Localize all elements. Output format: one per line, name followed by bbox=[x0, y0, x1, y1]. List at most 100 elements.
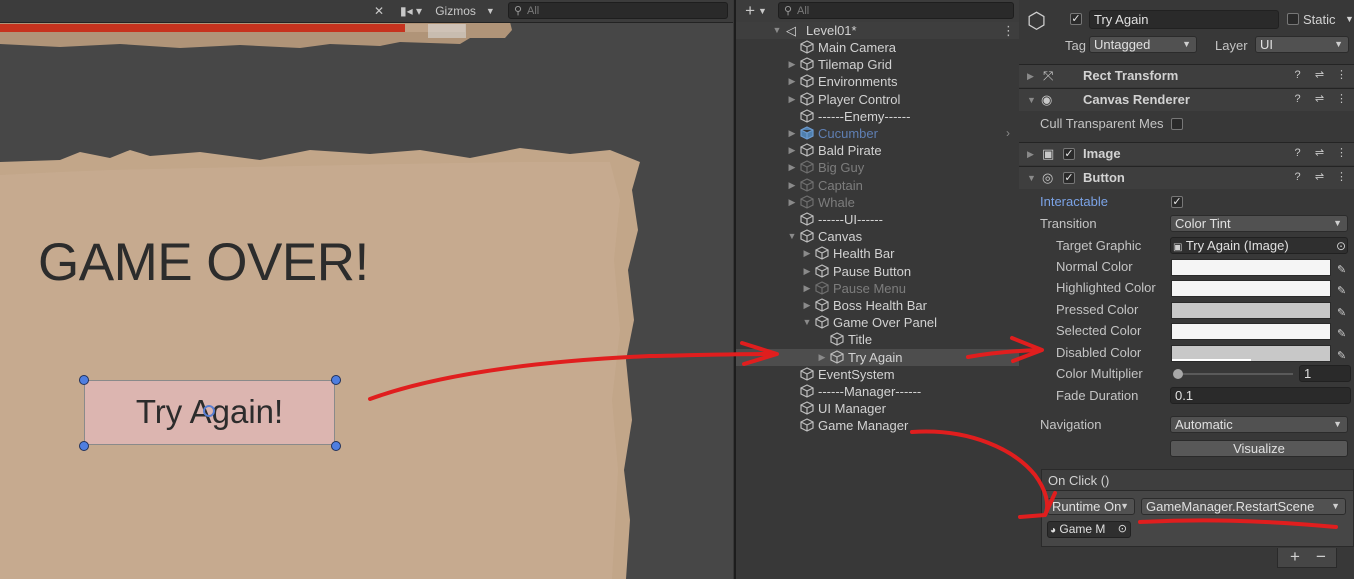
hierarchy-item[interactable]: ▼ Canvas bbox=[736, 228, 1019, 245]
runtime-dropdown[interactable]: Runtime On ▼ bbox=[1047, 498, 1135, 515]
expand-arrow-icon[interactable]: ▶ bbox=[787, 177, 797, 194]
interactable-checkbox[interactable]: ✓ bbox=[1171, 196, 1183, 208]
expand-arrow-icon[interactable]: ▶ bbox=[1027, 65, 1034, 87]
expand-arrow-icon[interactable]: ▶ bbox=[802, 297, 812, 314]
button-enabled-checkbox[interactable]: ✓ bbox=[1063, 172, 1075, 184]
slider-knob[interactable] bbox=[1173, 369, 1183, 379]
expand-arrow-icon[interactable]: ▶ bbox=[817, 349, 827, 366]
hierarchy-item[interactable]: Title bbox=[736, 331, 1019, 348]
hierarchy-item[interactable]: ▶ Pause Button bbox=[736, 263, 1019, 280]
normal-color-swatch[interactable] bbox=[1171, 259, 1331, 276]
disabled-color-swatch[interactable] bbox=[1171, 345, 1331, 362]
add-button[interactable]: + ▼ bbox=[742, 1, 770, 20]
expand-arrow-icon[interactable]: ▶ bbox=[787, 91, 797, 108]
preset-icon[interactable]: ⇌ bbox=[1313, 69, 1326, 82]
button-header[interactable]: ▼ ◎ ✓ Button ? ⇌ ⋮ bbox=[1019, 166, 1354, 189]
target-graphic-field[interactable]: ▣ Try Again (Image) bbox=[1170, 237, 1348, 254]
hierarchy-item[interactable]: ▶ Boss Health Bar bbox=[736, 297, 1019, 314]
expand-arrow-icon[interactable]: ▶ bbox=[802, 263, 812, 280]
active-checkbox[interactable]: ✓ bbox=[1070, 13, 1082, 25]
more-icon[interactable]: ⋮ bbox=[1335, 147, 1348, 160]
hierarchy-item[interactable]: ▼ Game Over Panel bbox=[736, 314, 1019, 331]
object-field[interactable]: ◕ Game M ⊙ bbox=[1047, 521, 1131, 538]
hierarchy-item[interactable]: ▶ Try Again bbox=[736, 349, 1019, 366]
hierarchy-item[interactable]: ▶ Environments bbox=[736, 73, 1019, 90]
scene-view[interactable]: ✕ ▮◂ ▾ Gizmos ▼ ⚲ All GAME OVER! Try Aga… bbox=[0, 0, 733, 579]
expand-arrow-icon[interactable]: ▶ bbox=[1027, 143, 1034, 165]
image-header[interactable]: ▶ ▣ ✓ Image ? ⇌ ⋮ bbox=[1019, 142, 1354, 165]
try-again-button[interactable]: Try Again! bbox=[84, 380, 335, 445]
help-icon[interactable]: ? bbox=[1291, 69, 1304, 82]
rect-handle[interactable] bbox=[331, 441, 341, 451]
chevron-down-icon[interactable]: ▼ bbox=[1345, 10, 1354, 29]
hierarchy-item[interactable]: ▶ Big Guy bbox=[736, 159, 1019, 176]
hierarchy-item[interactable]: ------UI------ bbox=[736, 211, 1019, 228]
eyedropper-icon[interactable]: ✎ bbox=[1337, 280, 1351, 297]
expand-arrow-icon[interactable]: ▶ bbox=[787, 125, 797, 142]
layer-dropdown[interactable]: UI ▼ bbox=[1255, 36, 1349, 53]
expand-arrow-icon[interactable]: ▼ bbox=[772, 22, 782, 39]
static-checkbox[interactable] bbox=[1287, 13, 1299, 25]
expand-arrow-icon[interactable]: ▶ bbox=[787, 142, 797, 159]
navigation-dropdown[interactable]: Automatic ▼ bbox=[1170, 416, 1348, 433]
selected-color-swatch[interactable] bbox=[1171, 323, 1331, 340]
preset-icon[interactable]: ⇌ bbox=[1313, 147, 1326, 160]
transition-dropdown[interactable]: Color Tint ▼ bbox=[1170, 215, 1348, 232]
hierarchy-item[interactable]: Main Camera bbox=[736, 39, 1019, 56]
collapse-arrow-icon[interactable]: ▼ bbox=[1027, 89, 1036, 111]
image-enabled-checkbox[interactable]: ✓ bbox=[1063, 148, 1075, 160]
rect-transform-header[interactable]: ▶ ⤧ Rect Transform ? ⇌ ⋮ bbox=[1019, 64, 1354, 87]
remove-event-button[interactable]: − bbox=[1316, 547, 1326, 567]
eyedropper-icon[interactable]: ✎ bbox=[1337, 259, 1351, 276]
fade-duration-field[interactable]: 0.1 bbox=[1170, 387, 1351, 404]
help-icon[interactable]: ? bbox=[1291, 147, 1304, 160]
hierarchy-item[interactable]: Game Manager bbox=[736, 417, 1019, 434]
collapse-arrow-icon[interactable]: ▼ bbox=[787, 228, 797, 245]
hierarchy-item[interactable]: ▶ Bald Pirate bbox=[736, 142, 1019, 159]
color-multiplier-slider[interactable] bbox=[1173, 369, 1293, 379]
rect-handle[interactable] bbox=[79, 375, 89, 385]
more-icon[interactable]: ⋮ bbox=[1002, 22, 1015, 39]
collapse-arrow-icon[interactable]: ▼ bbox=[802, 314, 812, 331]
highlighted-color-swatch[interactable] bbox=[1171, 280, 1331, 297]
eyedropper-icon[interactable]: ✎ bbox=[1337, 345, 1351, 362]
hierarchy-item[interactable]: ▶ Whale bbox=[736, 194, 1019, 211]
hierarchy-item[interactable]: ▶ Captain bbox=[736, 177, 1019, 194]
cull-checkbox[interactable] bbox=[1171, 118, 1183, 130]
gizmos-button[interactable]: Gizmos ▼ bbox=[430, 1, 500, 20]
object-picker-icon[interactable]: ⊙ bbox=[1336, 235, 1346, 257]
scene-search-input[interactable]: ⚲ All bbox=[508, 2, 728, 19]
more-icon[interactable]: ⋮ bbox=[1335, 69, 1348, 82]
canvas-renderer-header[interactable]: ▼ ◉ Canvas Renderer ? ⇌ ⋮ bbox=[1019, 88, 1354, 111]
camera-icon[interactable]: ▮◂ ▾ bbox=[396, 1, 426, 20]
tag-dropdown[interactable]: Untagged ▼ bbox=[1089, 36, 1197, 53]
hierarchy-item[interactable]: ▶ Health Bar bbox=[736, 245, 1019, 262]
hierarchy-item[interactable]: ------Manager------ bbox=[736, 383, 1019, 400]
hierarchy-item[interactable]: EventSystem bbox=[736, 366, 1019, 383]
expand-arrow-icon[interactable]: ▶ bbox=[787, 56, 797, 73]
preset-icon[interactable]: ⇌ bbox=[1313, 171, 1326, 184]
hierarchy-item[interactable]: ▶ Player Control bbox=[736, 91, 1019, 108]
help-icon[interactable]: ? bbox=[1291, 171, 1304, 184]
expand-arrow-icon[interactable]: ▶ bbox=[802, 280, 812, 297]
rect-handle[interactable] bbox=[331, 375, 341, 385]
expand-arrow-icon[interactable]: ▶ bbox=[787, 194, 797, 211]
pivot-icon[interactable] bbox=[203, 405, 215, 417]
chevron-right-icon[interactable]: › bbox=[1006, 126, 1010, 140]
hierarchy-item[interactable]: ▶ Pause Menu bbox=[736, 280, 1019, 297]
hierarchy-item[interactable]: UI Manager bbox=[736, 400, 1019, 417]
function-dropdown[interactable]: GameManager.RestartScene ▼ bbox=[1141, 498, 1346, 515]
expand-arrow-icon[interactable]: ▶ bbox=[787, 73, 797, 90]
more-icon[interactable]: ⋮ bbox=[1335, 171, 1348, 184]
color-multiplier-field[interactable]: 1 bbox=[1299, 365, 1351, 382]
eyedropper-icon[interactable]: ✎ bbox=[1337, 323, 1351, 340]
expand-arrow-icon[interactable]: ▶ bbox=[802, 245, 812, 262]
rect-handle[interactable] bbox=[79, 441, 89, 451]
hierarchy-search-input[interactable]: ⚲ All bbox=[778, 2, 1014, 19]
object-name-field[interactable]: Try Again bbox=[1089, 10, 1279, 29]
pressed-color-swatch[interactable] bbox=[1171, 302, 1331, 319]
object-picker-icon[interactable]: ⊙ bbox=[1118, 522, 1127, 537]
collapse-arrow-icon[interactable]: ▼ bbox=[1027, 167, 1036, 189]
help-icon[interactable]: ? bbox=[1291, 93, 1304, 106]
scene-row[interactable]: ▼ ◁ Level01* ⋮ bbox=[736, 22, 1019, 39]
